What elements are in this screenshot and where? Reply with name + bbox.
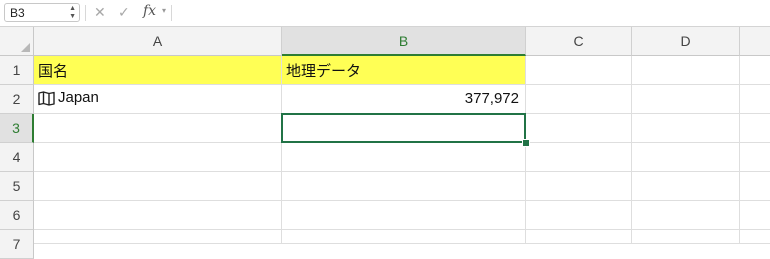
cell-e7[interactable] (740, 230, 770, 244)
row-header-4[interactable]: 4 (0, 143, 34, 172)
name-box[interactable]: B3 ▲ ▼ (4, 3, 80, 22)
cell-a7[interactable] (34, 230, 282, 244)
cell-d3[interactable] (632, 114, 740, 143)
cell-b7[interactable] (282, 230, 526, 244)
cell-d6[interactable] (632, 201, 740, 230)
cell-b1[interactable]: 地理データ (282, 56, 526, 85)
column-header-e[interactable] (740, 27, 770, 56)
cell-d7[interactable] (632, 230, 740, 244)
row-header-2[interactable]: 2 (0, 85, 34, 114)
confirm-icon[interactable]: ✓ (118, 4, 130, 21)
cell-c2[interactable] (526, 85, 632, 114)
column-header-c[interactable]: C (526, 27, 632, 56)
formula-bar-separator (171, 5, 172, 21)
cell-d5[interactable] (632, 172, 740, 201)
row-header-1[interactable]: 1 (0, 56, 34, 85)
formula-bar: B3 ▲ ▼ ✕ ✓ fx ▾ (0, 0, 770, 27)
cell-b4[interactable] (282, 143, 526, 172)
formula-bar-separator (85, 5, 86, 21)
column-header-d[interactable]: D (632, 27, 740, 56)
cell-b6[interactable] (282, 201, 526, 230)
row-header-3[interactable]: 3 (0, 114, 34, 143)
cell-a2-value: Japan (58, 89, 99, 106)
cell-e1[interactable] (740, 56, 770, 85)
cell-c7[interactable] (526, 230, 632, 244)
cell-a5[interactable] (34, 172, 282, 201)
cell-c6[interactable] (526, 201, 632, 230)
cell-d4[interactable] (632, 143, 740, 172)
map-icon (38, 91, 55, 110)
cell-e2[interactable] (740, 85, 770, 114)
cell-b2-value: 377,972 (464, 90, 519, 107)
cell-a4[interactable] (34, 143, 282, 172)
cancel-icon[interactable]: ✕ (94, 4, 106, 21)
column-header-a[interactable]: A (34, 27, 282, 56)
cell-b5[interactable] (282, 172, 526, 201)
fill-handle[interactable] (522, 139, 530, 147)
cell-d1[interactable] (632, 56, 740, 85)
name-box-dropdown-icon[interactable]: ▲ ▼ (69, 5, 76, 21)
cell-e5[interactable] (740, 172, 770, 201)
cell-a2[interactable]: Japan (34, 85, 282, 114)
cell-c1[interactable] (526, 56, 632, 85)
formula-input[interactable] (174, 3, 766, 22)
cell-e4[interactable] (740, 143, 770, 172)
cell-c5[interactable] (526, 172, 632, 201)
cell-c4[interactable] (526, 143, 632, 172)
cell-a1[interactable]: 国名 (34, 56, 282, 85)
spreadsheet-grid: A B C D 1 2 3 4 5 6 7 国名 地理データ Japan 377… (0, 27, 770, 259)
cell-e3[interactable] (740, 114, 770, 143)
cell-a3[interactable] (34, 114, 282, 143)
cell-b2[interactable]: 377,972 (282, 85, 526, 114)
cell-d2[interactable] (632, 85, 740, 114)
insert-function-button[interactable]: fx (143, 3, 156, 19)
row-header-6[interactable]: 6 (0, 201, 34, 230)
row-header-5[interactable]: 5 (0, 172, 34, 201)
cell-b1-value: 地理データ (286, 63, 362, 80)
select-all-button[interactable] (0, 27, 34, 56)
cell-e6[interactable] (740, 201, 770, 230)
fx-dropdown-icon[interactable]: ▾ (162, 6, 166, 15)
row-header-7[interactable]: 7 (0, 230, 34, 259)
cell-a6[interactable] (34, 201, 282, 230)
name-box-value: B3 (10, 6, 25, 20)
cell-c3[interactable] (526, 114, 632, 143)
cell-b3[interactable] (282, 114, 526, 143)
column-header-b[interactable]: B (282, 27, 526, 56)
cell-a1-value: 国名 (38, 63, 69, 80)
